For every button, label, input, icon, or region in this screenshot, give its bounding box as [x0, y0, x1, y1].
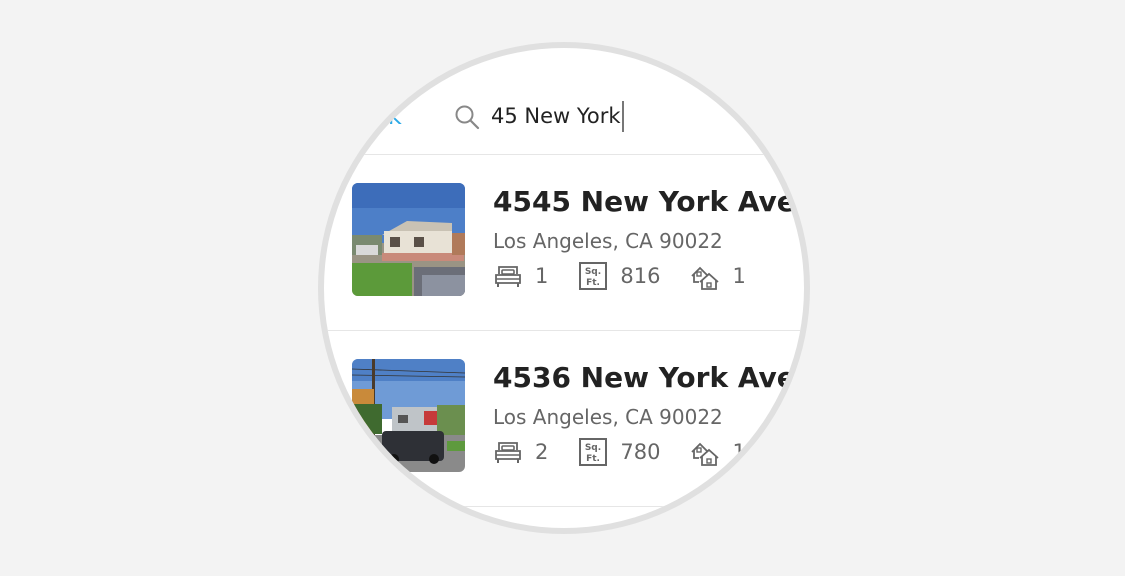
property-address: 4536 New York Ave — [493, 361, 796, 394]
sqft-icon: Sq. Ft. — [579, 262, 608, 290]
search-icon — [455, 105, 480, 130]
search-input[interactable]: 45 New York — [491, 99, 624, 133]
property-stats: 2 Sq. Ft. 780 1 — [493, 437, 746, 467]
svg-text:Ft.: Ft. — [586, 278, 600, 288]
sqft-icon: Sq. Ft. — [579, 438, 608, 466]
result-item[interactable]: 4545 New York Ave Los Angeles, CA 90022 … — [324, 155, 804, 331]
svg-text:Sq.: Sq. — [585, 443, 601, 453]
sqft-value: 816 — [620, 264, 661, 288]
svg-text:Ft.: Ft. — [586, 454, 600, 464]
text-cursor — [621, 100, 624, 132]
units-count: 1 — [732, 264, 746, 288]
result-item[interactable]: 4536 New York Ave Los Angeles, CA 90022 … — [324, 331, 804, 507]
property-photo — [352, 359, 465, 472]
beds-count: 1 — [535, 264, 549, 288]
property-city: Los Angeles, CA 90022 — [493, 405, 723, 429]
svg-text:Sq.: Sq. — [585, 267, 601, 277]
search-header: ack 45 New York — [324, 48, 804, 155]
bed-icon — [495, 442, 521, 463]
search-input-text: 45 New York — [491, 104, 621, 128]
units-icon — [691, 442, 720, 466]
stage: ack 45 New York 4545 New York Ave Los An… — [0, 0, 1125, 576]
magnifier-lens: ack 45 New York 4545 New York Ave Los An… — [324, 48, 804, 528]
property-address: 4545 New York Ave — [493, 185, 796, 218]
bed-icon — [495, 266, 521, 287]
beds-count: 2 — [535, 440, 549, 464]
units-icon — [691, 266, 720, 290]
property-stats: 1 Sq. Ft. 816 1 — [493, 261, 746, 291]
units-count: 1 — [732, 440, 746, 464]
sqft-value: 780 — [620, 440, 661, 464]
back-button[interactable]: ack — [360, 102, 402, 130]
property-city: Los Angeles, CA 90022 — [493, 229, 723, 253]
property-photo — [352, 183, 465, 296]
